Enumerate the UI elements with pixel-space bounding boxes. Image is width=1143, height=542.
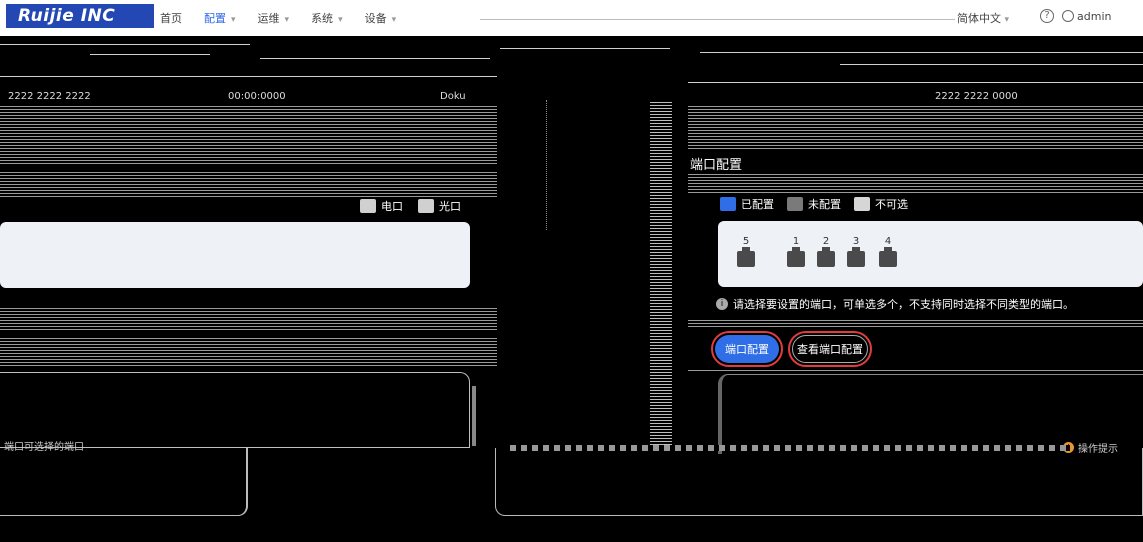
divider	[260, 58, 490, 59]
legend-label: 电口	[381, 200, 403, 213]
left-port-legend: 电口 光口	[360, 198, 461, 214]
bottom-left-card	[0, 448, 248, 516]
chevron-down-icon: ▾	[284, 15, 290, 25]
port-selection-hint: i 请选择要设置的端口，可单选多个，不支持同时选择不同类型的端口。	[716, 296, 1074, 312]
device-label-left: Doku	[440, 91, 466, 102]
nav-item-label: 首页	[160, 12, 182, 25]
nav-item-label: 设备	[364, 12, 387, 25]
divider	[0, 76, 497, 77]
left-panel-header	[0, 104, 497, 166]
nav-item-label: 运维	[257, 12, 280, 25]
ethernet-port-icon	[847, 247, 865, 267]
view-port-config-button[interactable]: 查看端口配置	[788, 331, 872, 367]
ethernet-port-icon	[737, 247, 755, 267]
port-selector-panel: 5 1 2 3 4	[718, 221, 1143, 287]
port-item[interactable]: 4	[878, 235, 898, 267]
top-navigation-bar: Ruijie INC 首页 配置 ▾ 运维 ▾ 系统 ▾ 设备 ▾ 简体中文 ▾ ? a…	[0, 0, 1143, 36]
nav-item-device[interactable]: 设备 ▾	[365, 10, 397, 26]
device-mac-left: 00:00:0000	[228, 91, 286, 102]
port-item[interactable]: 3	[846, 235, 866, 267]
nav-item-config[interactable]: 配置 ▾	[204, 10, 236, 26]
chevron-down-icon: ▾	[231, 15, 236, 25]
port-item[interactable]: 2	[816, 235, 836, 267]
port-item[interactable]: 5	[736, 235, 756, 267]
device-serial-left: 2222 2222 2222	[8, 91, 91, 102]
user-menu[interactable]: admin	[1062, 10, 1111, 23]
left-panel-subheader	[0, 170, 497, 198]
nav-item-system[interactable]: 系统 ▾	[311, 10, 343, 26]
panel-divider	[650, 100, 672, 445]
legend-label: 未配置	[808, 198, 841, 211]
nav-item-label: 系统	[311, 12, 334, 25]
divider	[500, 48, 670, 49]
bottom-card	[495, 448, 1143, 516]
help-icon[interactable]: ?	[1040, 9, 1054, 23]
hint-text: 请选择要设置的端口，可单选多个，不支持同时选择不同类型的端口。	[733, 298, 1074, 311]
left-config-card	[0, 372, 470, 448]
nav-item-label: 配置	[204, 12, 226, 25]
unconfigured-port-icon	[787, 197, 803, 211]
device-info-strip: 2222 2222 2222 00:00:0000 Doku 2222 2222…	[0, 36, 1143, 102]
chevron-down-icon: ▾	[1004, 15, 1010, 25]
divider	[700, 52, 1143, 53]
configured-port-icon	[720, 197, 736, 211]
nav-item-home[interactable]: 首页	[160, 10, 182, 26]
chevron-down-icon: ▾	[338, 15, 343, 25]
ethernet-port-icon	[879, 247, 897, 267]
main-nav: 首页 配置 ▾ 运维 ▾ 系统 ▾ 设备 ▾	[160, 10, 396, 26]
divider	[0, 44, 250, 45]
port-config-title: 端口配置	[690, 158, 743, 173]
nav-divider	[480, 19, 955, 20]
language-label: 简体中文	[957, 12, 1001, 25]
chevron-down-icon: ▾	[391, 15, 397, 25]
ethernet-port-icon	[787, 247, 805, 267]
info-icon: i	[716, 298, 728, 310]
divider	[688, 368, 1143, 372]
unavailable-port-icon	[854, 197, 870, 211]
copper-port-icon	[360, 199, 376, 213]
scrollbar[interactable]	[472, 386, 480, 446]
port-item[interactable]: 1	[786, 235, 806, 267]
brand-logo[interactable]: Ruijie INC	[6, 4, 154, 28]
right-panel-separator	[688, 318, 1143, 328]
left-panel-toolbar	[0, 336, 497, 366]
divider	[546, 100, 547, 230]
port-status-legend: 已配置 未配置 不可选	[720, 196, 908, 212]
divider	[90, 54, 210, 55]
divider	[688, 82, 1143, 83]
fiber-port-icon	[418, 199, 434, 213]
user-icon	[1062, 10, 1074, 22]
legend-label: 光口	[439, 200, 461, 213]
legend-label: 已配置	[741, 198, 774, 211]
left-panel-separator	[0, 306, 497, 330]
device-serial-right: 2222 2222 0000	[935, 91, 1018, 102]
divider	[840, 64, 1143, 65]
user-name: admin	[1077, 10, 1112, 23]
port-config-button[interactable]: 端口配置	[711, 331, 783, 367]
left-port-panel[interactable]	[0, 222, 470, 288]
right-panel-header	[688, 104, 1143, 150]
language-selector[interactable]: 简体中文 ▾	[957, 10, 1009, 26]
legend-label: 不可选	[875, 198, 908, 211]
ethernet-port-icon	[817, 247, 835, 267]
right-panel-subheader	[688, 172, 1143, 194]
nav-item-maintenance[interactable]: 运维 ▾	[258, 10, 290, 26]
